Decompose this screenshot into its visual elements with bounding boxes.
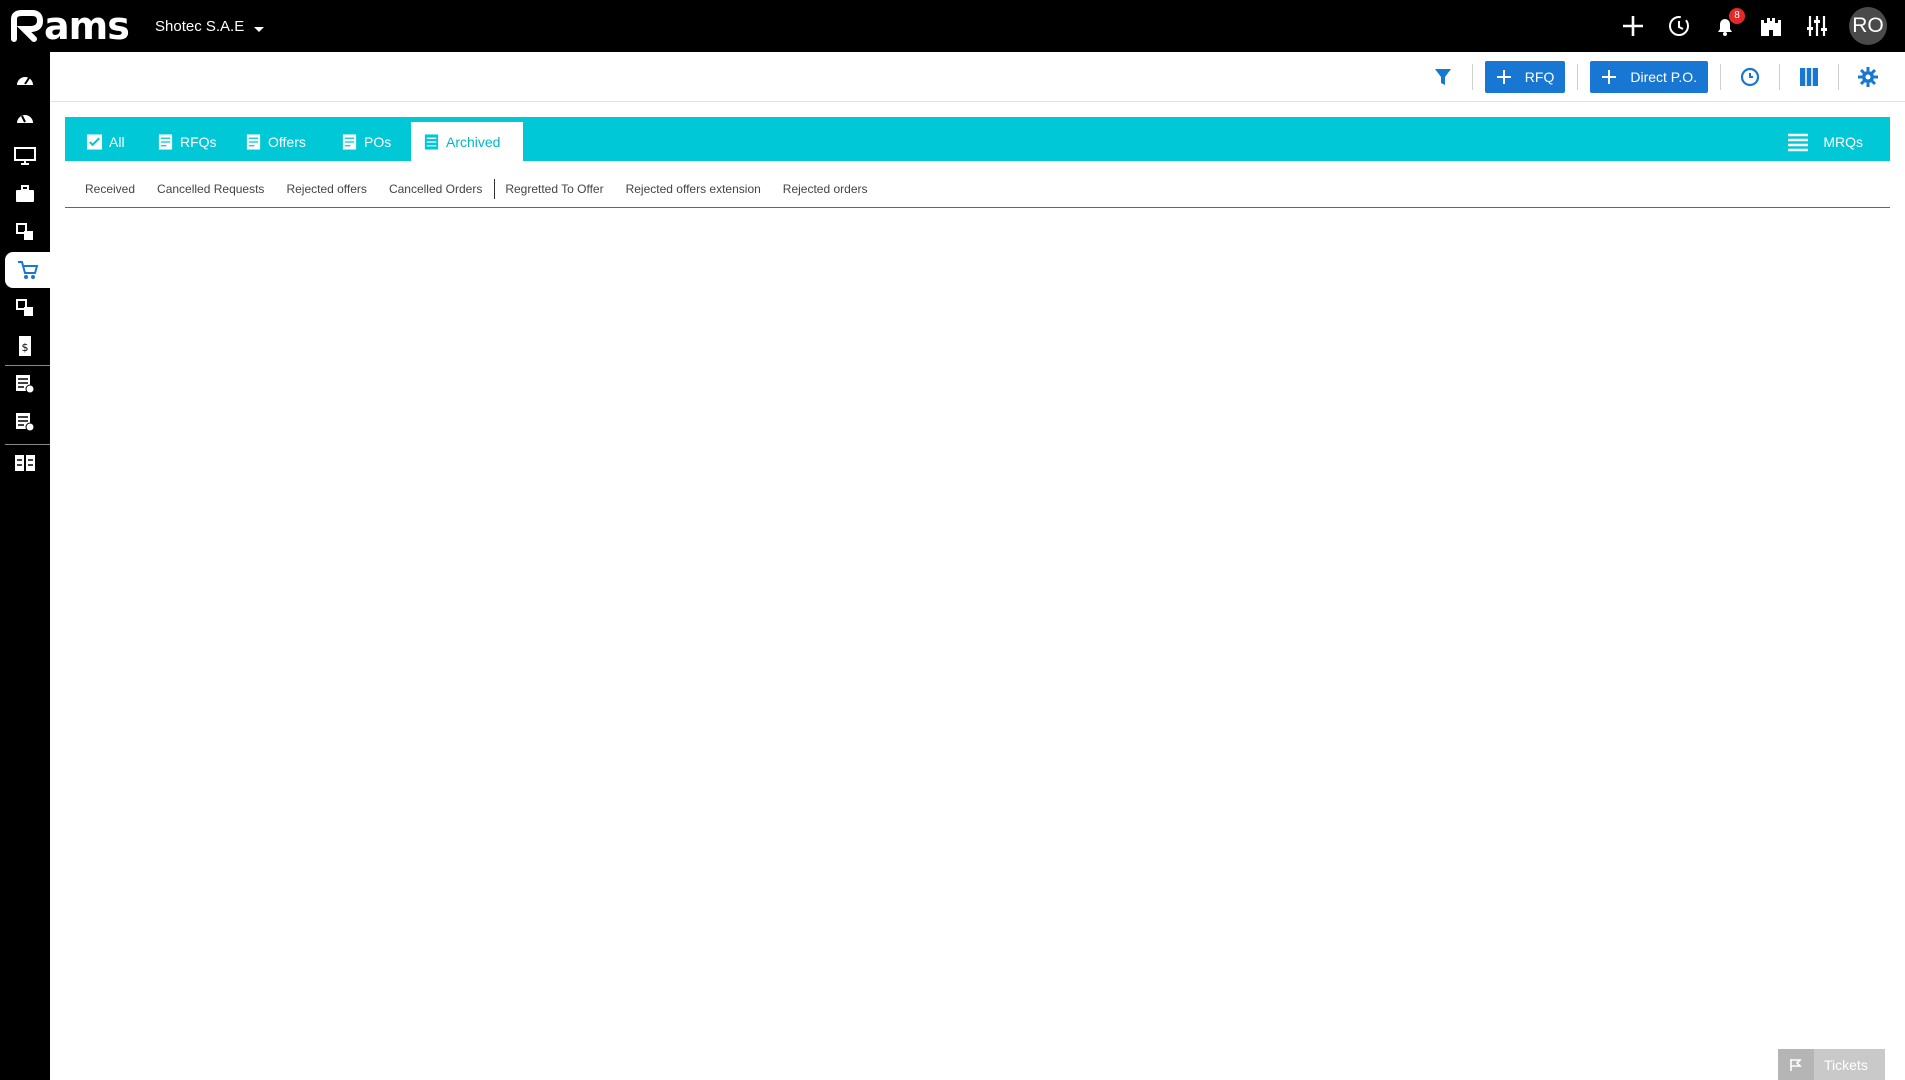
tab-bar: All RFQs Offers POs Archived MRQs [65, 117, 1890, 161]
add-icon[interactable] [1619, 12, 1647, 40]
mrqs-toggle[interactable]: MRQs [1775, 122, 1875, 161]
gear-icon[interactable] [1851, 60, 1885, 94]
toolbar-divider [1471, 64, 1473, 90]
mrqs-label: MRQs [1823, 133, 1863, 150]
subtab-divider [494, 178, 496, 199]
tab-all[interactable]: All [74, 122, 137, 161]
filter-icon[interactable] [1426, 60, 1460, 94]
cart-icon[interactable] [5, 252, 50, 288]
refresh-icon[interactable] [1733, 60, 1767, 94]
toolbar: RFQ Direct P.O. [50, 52, 1905, 102]
tab-offers[interactable]: Offers [233, 122, 318, 161]
toolbar-divider [1720, 64, 1721, 90]
flag-icon [1778, 1049, 1814, 1080]
tickets-label: Tickets [1824, 1056, 1868, 1073]
rfq-button-label: RFQ [1524, 69, 1555, 85]
rejected-list-icon[interactable] [0, 404, 50, 440]
tab-label: POs [364, 133, 392, 150]
subtab-rejected-orders[interactable]: Rejected orders [783, 182, 868, 196]
tab-label: All [109, 133, 125, 150]
svg-text:$: $ [22, 341, 29, 354]
columns-icon[interactable] [1792, 60, 1826, 94]
po-doc-icon [342, 133, 357, 150]
sliders-icon[interactable] [1803, 12, 1831, 40]
add-direct-po-button[interactable]: Direct P.O. [1590, 61, 1708, 93]
layers-alt-icon[interactable] [0, 290, 50, 326]
layers-icon[interactable] [0, 214, 50, 250]
tickets-button[interactable]: Tickets [1778, 1049, 1885, 1080]
top-bar: ams Shotec S.A.E 8 RO [0, 0, 1905, 52]
subtab-regretted-to-offer[interactable]: Regretted To Offer [505, 182, 603, 196]
tab-archived[interactable]: Archived [411, 122, 523, 161]
list-icon [1788, 133, 1809, 151]
plus-icon [1602, 70, 1617, 84]
grid-icon[interactable] [0, 445, 50, 481]
subtab-rejected-offers-extension[interactable]: Rejected offers extension [626, 182, 761, 196]
plus-icon [1496, 70, 1511, 84]
offer-doc-icon [246, 133, 261, 150]
add-rfq-button[interactable]: RFQ [1484, 61, 1566, 93]
archive-subtabs: Received Cancelled Requests Rejected off… [65, 170, 1890, 208]
dashboard-alt-icon[interactable] [0, 100, 50, 136]
tab-label: Archived [446, 133, 501, 150]
direct-po-button-label: Direct P.O. [1630, 69, 1697, 85]
invoice-icon[interactable]: $ [0, 328, 50, 364]
logo-text: ams [44, 4, 130, 48]
tab-label: RFQs [180, 133, 217, 150]
subtab-cancelled-orders[interactable]: Cancelled Orders [389, 182, 482, 196]
logo-mark-icon [11, 10, 44, 42]
company-selector[interactable]: Shotec S.A.E [155, 18, 265, 35]
tab-rfqs[interactable]: RFQs [145, 122, 229, 161]
subtab-received[interactable]: Received [85, 182, 135, 196]
toolbar-divider [1779, 64, 1780, 90]
history-icon[interactable] [1665, 12, 1693, 40]
sidebar: $ [0, 52, 50, 1080]
toolbar-divider [1838, 64, 1839, 90]
briefcase-icon[interactable] [0, 176, 50, 212]
archive-icon [424, 133, 439, 150]
tab-pos[interactable]: POs [329, 122, 403, 161]
company-name: Shotec S.A.E [155, 18, 245, 35]
rfq-doc-icon [158, 133, 173, 150]
notification-badge: 8 [1729, 8, 1745, 24]
avatar[interactable]: RO [1849, 7, 1887, 45]
app-logo[interactable]: ams [10, 4, 130, 48]
monitor-icon[interactable] [0, 138, 50, 174]
checklist-icon[interactable] [0, 366, 50, 402]
subtab-cancelled-requests[interactable]: Cancelled Requests [157, 182, 264, 196]
checkbox-icon [86, 133, 103, 150]
castle-icon[interactable] [1757, 12, 1785, 40]
tab-label: Offers [268, 133, 306, 150]
subtab-rejected-offers[interactable]: Rejected offers [286, 182, 367, 196]
dashboard-icon[interactable] [0, 62, 50, 98]
toolbar-divider [1577, 64, 1579, 90]
bell-icon[interactable]: 8 [1711, 8, 1745, 40]
chevron-down-icon [254, 27, 265, 32]
